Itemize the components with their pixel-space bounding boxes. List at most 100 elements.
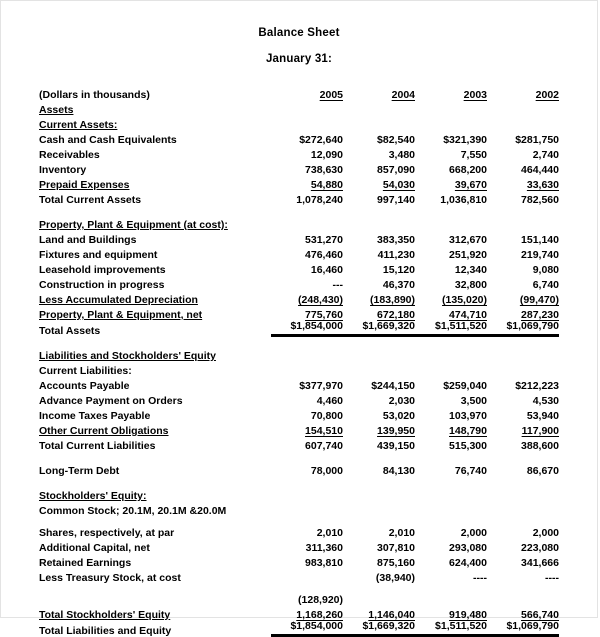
assets-heading: Assets [39, 104, 74, 116]
cell-accum-dep-2002: (99,470) [519, 294, 559, 306]
cell-shares-at-par-2004: 2,010 [388, 527, 415, 539]
row-label-fixtures: Fixtures and equipment [39, 249, 158, 261]
table-row: Land and Buildings 531,270 383,350 312,6… [39, 231, 559, 246]
cell-retained-earnings-2002: 341,666 [521, 557, 559, 569]
table-row: Long-Term Debt 78,000 84,130 76,740 86,6… [39, 462, 559, 477]
row-label-receivables: Receivables [39, 149, 100, 161]
cell-additional-capital-2005: 311,360 [305, 542, 343, 554]
row-label-accumulated-depreciation: Less Accumulated Depreciation [39, 294, 198, 306]
table-row-grand-total-assets: Total Assets $1,854,000 $1,669,320 $1,51… [39, 321, 559, 337]
row-label-other-current-obligations: Other Current Obligations [39, 425, 169, 437]
table-row-total: Total Current Assets 1,078,240 997,140 1… [39, 191, 559, 206]
cell-treasury-overflow-2002 [487, 591, 559, 606]
common-stock-note: Common Stock; 20.1M, 20.1M &20.0M [39, 505, 227, 517]
column-header-2004: 2004 [391, 89, 415, 101]
cell-income-taxes-2003: 103,970 [449, 410, 487, 422]
cell-ppe-net-2004: 672,180 [377, 309, 415, 321]
table-row-total-equity: Total Stockholders' Equity 1,168,260 1,1… [39, 606, 559, 621]
cell-total-liab-equity-2005: $1,854,000 [271, 621, 343, 637]
cell-land-2005: 531,270 [305, 234, 343, 246]
cell-long-term-debt-2004: 84,130 [382, 465, 415, 477]
cell-ppe-net-2005: 775,760 [305, 309, 343, 321]
cell-treasury-stock-2004: (38,940) [375, 572, 415, 584]
cell-prepaid-2005: 54,880 [310, 179, 343, 191]
cell-additional-capital-2003: 293,080 [449, 542, 487, 554]
row-label-treasury-overflow [39, 591, 271, 606]
table-row: Inventory 738,630 857,090 668,200 464,44… [39, 161, 559, 176]
row-label-shares-at-par: Shares, respectively, at par [39, 527, 175, 539]
cell-leasehold-2002: 9,080 [532, 264, 559, 276]
table-row: Additional Capital, net 311,360 307,810 … [39, 539, 559, 554]
cell-shares-at-par-2005: 2,010 [316, 527, 343, 539]
cell-advance-payment-2005: 4,460 [316, 395, 343, 407]
cell-cash-2003: $321,390 [443, 134, 487, 146]
cell-fixtures-2003: 251,920 [449, 249, 487, 261]
cell-inventory-2003: 668,200 [449, 164, 487, 176]
cell-accum-dep-2004: (183,890) [370, 294, 415, 306]
cell-receivables-2004: 3,480 [388, 149, 415, 161]
row-label-total-liabilities-equity: Total Liabilities and Equity [39, 625, 172, 637]
cell-construction-2002: 6,740 [532, 279, 559, 291]
cell-total-equity-2005: 1,168,260 [296, 609, 343, 621]
cell-total-equity-2004: 1,146,040 [368, 609, 415, 621]
cell-prepaid-2004: 54,030 [382, 179, 415, 191]
cell-treasury-overflow-2004 [343, 591, 415, 606]
cell-treasury-overflow-2003 [415, 591, 487, 606]
row-label-advance-payment: Advance Payment on Orders [39, 395, 183, 407]
cell-cash-2002: $281,750 [515, 134, 559, 146]
row-label-construction: Construction in progress [39, 279, 165, 291]
section-heading-assets: Assets [39, 101, 559, 116]
cell-total-assets-2003: $1,511,520 [415, 321, 487, 337]
row-label-ppe-net: Property, Plant & Equipment, net [39, 309, 203, 321]
cell-accounts-payable-2004: $244,150 [371, 380, 415, 392]
cell-other-current-2004: 139,950 [377, 425, 415, 437]
cell-construction-2005: --- [332, 279, 344, 291]
table-row: Leasehold improvements 16,460 15,120 12,… [39, 261, 559, 276]
section-heading-ppe: Property, Plant & Equipment (at cost): [39, 216, 559, 231]
cell-treasury-stock-2003: ---- [473, 572, 487, 584]
table-row-grand-total-liab-equity: Total Liabilities and Equity $1,854,000 … [39, 621, 559, 637]
row-label-treasury-stock: Less Treasury Stock, at cost [39, 572, 181, 584]
table-row: Accounts Payable $377,970 $244,150 $259,… [39, 377, 559, 392]
cell-treasury-stock-2005 [271, 569, 343, 584]
cell-total-assets-2002: $1,069,790 [487, 321, 559, 337]
cell-total-assets-2004: $1,669,320 [343, 321, 415, 337]
row-label-retained-earnings: Retained Earnings [39, 557, 132, 569]
row-label-cash: Cash and Cash Equivalents [39, 134, 177, 146]
cell-cash-2004: $82,540 [377, 134, 415, 146]
row-label-total-stockholders-equity: Total Stockholders' Equity [39, 609, 171, 621]
stockholders-equity-heading: Stockholders' Equity: [39, 490, 147, 502]
section-heading-current-assets: Current Assets: [39, 116, 559, 131]
row-label-income-taxes-payable: Income Taxes Payable [39, 410, 151, 422]
cell-treasury-stock-2002: ---- [545, 572, 559, 584]
cell-accounts-payable-2003: $259,040 [443, 380, 487, 392]
row-label-accounts-payable: Accounts Payable [39, 380, 130, 392]
cell-long-term-debt-2002: 86,670 [526, 465, 559, 477]
section-heading-liabilities-equity: Liabilities and Stockholders' Equity [39, 347, 559, 362]
cell-other-current-2003: 148,790 [449, 425, 487, 437]
table-row: Receivables 12,090 3,480 7,550 2,740 [39, 146, 559, 161]
cell-total-current-assets-2002: 782,560 [521, 194, 559, 206]
cell-fixtures-2005: 476,460 [305, 249, 343, 261]
document-header: Balance Sheet January 31: [1, 1, 597, 66]
row-label-additional-capital: Additional Capital, net [39, 542, 150, 554]
table-row: Retained Earnings 983,810 875,160 624,40… [39, 554, 559, 569]
cell-land-2004: 383,350 [377, 234, 415, 246]
cell-inventory-2004: 857,090 [377, 164, 415, 176]
common-stock-note-row: Common Stock; 20.1M, 20.1M &20.0M [39, 502, 559, 517]
cell-construction-2004: 46,370 [382, 279, 415, 291]
column-header-2003: 2003 [463, 89, 487, 101]
cell-long-term-debt-2005: 78,000 [310, 465, 343, 477]
table-header-row: (Dollars in thousands) 2005 2004 2003 20… [39, 86, 559, 101]
cell-cash-2005: $272,640 [299, 134, 343, 146]
cell-advance-payment-2003: 3,500 [460, 395, 487, 407]
ppe-heading: Property, Plant & Equipment (at cost): [39, 219, 228, 231]
cell-receivables-2002: 2,740 [532, 149, 559, 161]
cell-accum-dep-2005: (248,430) [298, 294, 343, 306]
cell-total-current-assets-2005: 1,078,240 [296, 194, 343, 206]
units-note: (Dollars in thousands) [39, 89, 150, 101]
cell-other-current-2002: 117,900 [521, 425, 559, 437]
cell-accounts-payable-2002: $212,223 [515, 380, 559, 392]
cell-inventory-2005: 738,630 [305, 164, 343, 176]
cell-additional-capital-2004: 307,810 [377, 542, 415, 554]
